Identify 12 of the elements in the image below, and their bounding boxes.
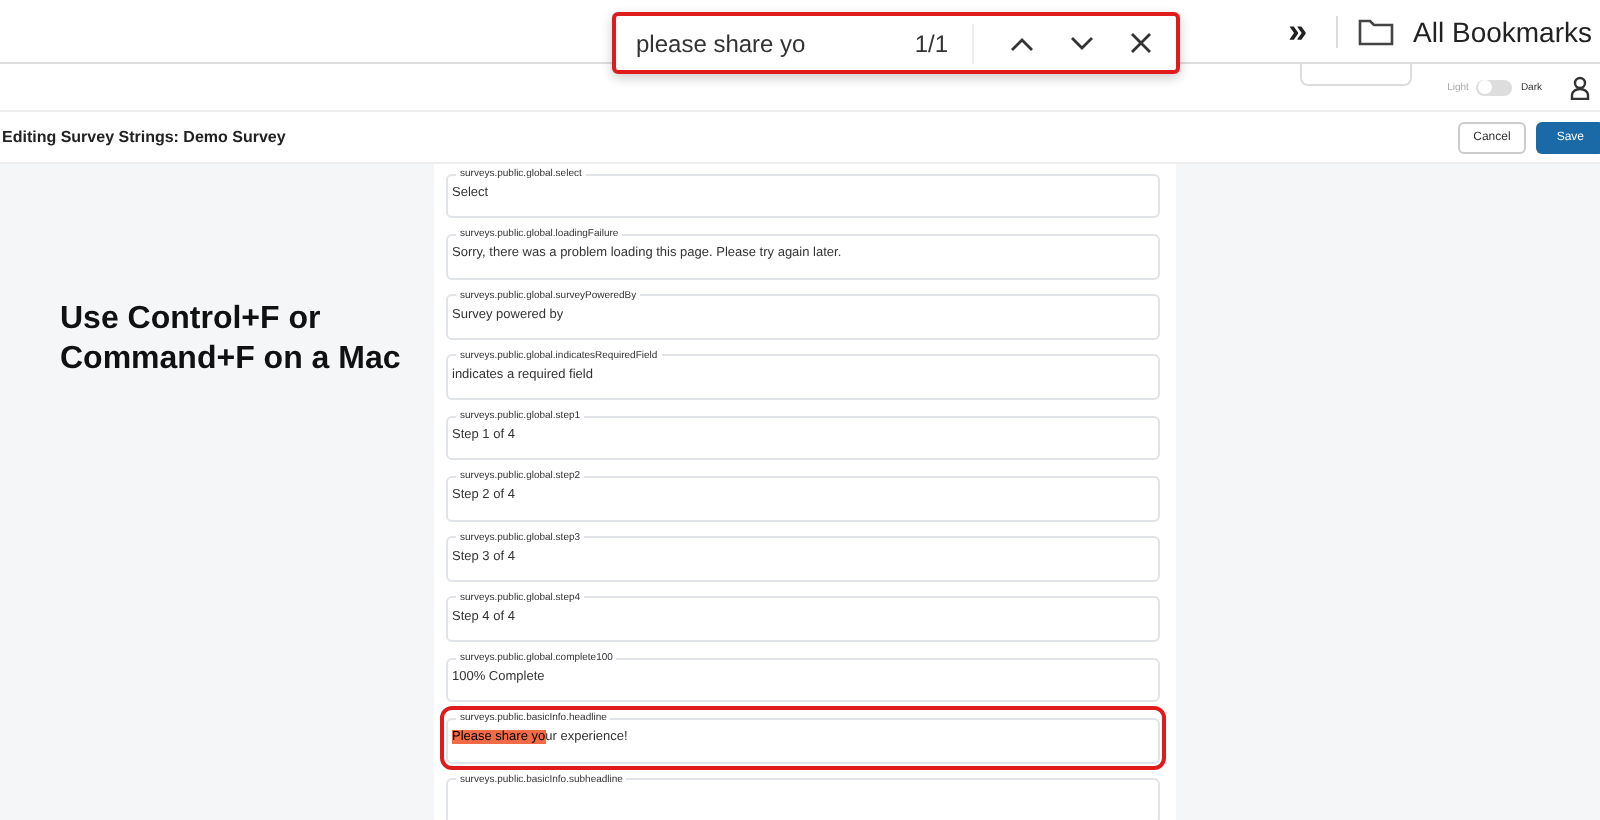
overflow-button[interactable]: » — [1280, 11, 1316, 51]
page-title: Editing Survey Strings: Demo Survey — [2, 128, 286, 146]
next-icon[interactable] — [1070, 35, 1094, 51]
previous-icon[interactable] — [1010, 35, 1034, 51]
hint-text: Use Control+F or Command+F on a Mac — [60, 300, 403, 380]
close-icon[interactable] — [1130, 32, 1152, 54]
find-input[interactable]: please share yo — [636, 29, 879, 57]
bookmarks-link[interactable]: All Bookmarks — [1413, 15, 1592, 47]
folder-icon — [1357, 17, 1394, 45]
match-count: 1/1 — [914, 29, 948, 57]
user-icon[interactable] — [1570, 75, 1590, 99]
theme-toggle[interactable] — [1476, 79, 1513, 95]
